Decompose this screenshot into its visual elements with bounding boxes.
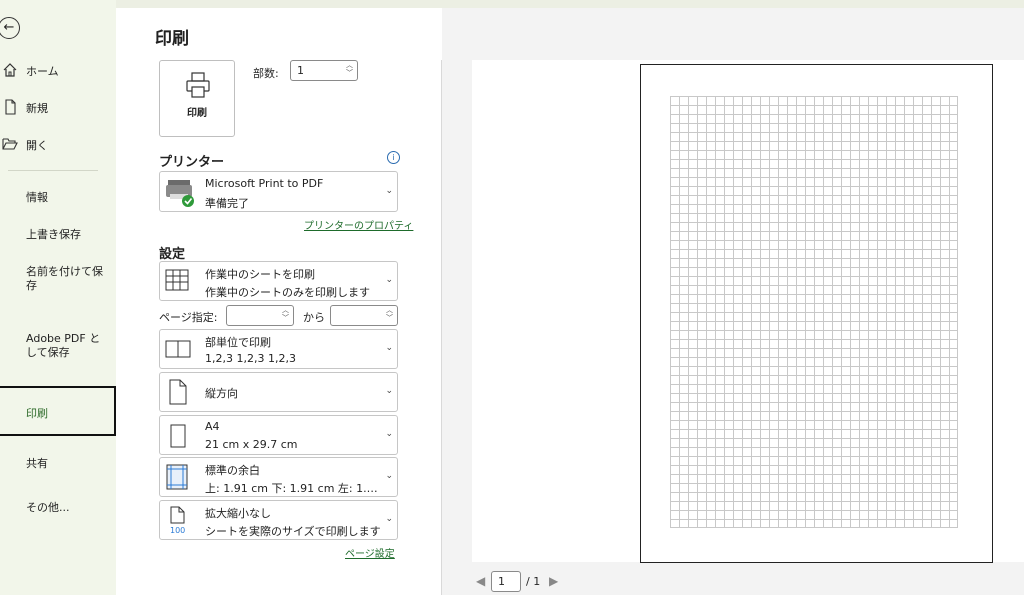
printer-icon xyxy=(186,72,210,98)
stepper-arrows-icon[interactable]: ︿ ﹀ xyxy=(386,306,393,322)
chevron-down-icon: ⌄ xyxy=(385,275,393,285)
printer-properties-link[interactable]: プリンターのプロパティ xyxy=(304,217,413,232)
portrait-page-icon xyxy=(169,379,187,405)
folder-open-icon xyxy=(2,138,18,150)
pages-from-stepper[interactable]: ︿ ﹀ xyxy=(226,305,294,326)
title-strip xyxy=(0,0,1024,8)
vertical-divider xyxy=(441,60,442,595)
previous-page-icon[interactable]: ◀ xyxy=(476,574,485,588)
chevron-down-icon: ⌄ xyxy=(385,514,393,524)
paper-size-icon xyxy=(170,424,186,448)
pages-label: ページ指定: xyxy=(159,311,218,324)
current-page-input[interactable]: 1 xyxy=(491,571,521,592)
printer-dropdown[interactable]: Microsoft Print to PDF 準備完了 ⌄ xyxy=(159,171,398,212)
sidebar-item-open[interactable]: 開く xyxy=(0,136,116,154)
print-button[interactable]: 印刷 xyxy=(159,60,235,137)
stepper-arrows-icon[interactable]: ︿ ﹀ xyxy=(282,306,289,322)
sidebar-item-save[interactable]: 上書き保存 xyxy=(26,228,110,242)
sidebar-item-home[interactable]: ホーム xyxy=(0,62,116,80)
chevron-down-icon: ⌄ xyxy=(385,343,393,353)
printer-heading: プリンター xyxy=(159,155,225,170)
settings-heading: 設定 xyxy=(159,247,186,262)
margins-icon xyxy=(166,464,188,490)
sidebar-item-new[interactable]: 新規 xyxy=(0,99,116,117)
margins-dropdown[interactable]: 標準の余白 上: 1.91 cm 下: 1.91 cm 左: 1.… ⌄ xyxy=(159,457,398,497)
pages-to-stepper[interactable]: ︿ ﹀ xyxy=(330,305,398,326)
sidebar-item-info[interactable]: 情報 xyxy=(26,191,110,205)
next-page-icon[interactable]: ▶ xyxy=(549,574,558,588)
new-document-icon xyxy=(5,99,16,115)
sidebar-item-share[interactable]: 共有 xyxy=(26,457,110,471)
total-pages-label: / 1 xyxy=(526,575,541,588)
copies-label: 部数: xyxy=(253,67,279,80)
pages-to-label: から xyxy=(303,311,325,324)
copies-stepper[interactable]: 1 ︿ ﹀ xyxy=(290,60,358,81)
orientation-dropdown[interactable]: 縦方向 ⌄ xyxy=(159,372,398,412)
sheet-grid-icon xyxy=(165,269,189,291)
sidebar-item-save-as[interactable]: 名前を付けて保存 xyxy=(26,265,106,293)
chevron-down-icon: ⌄ xyxy=(385,186,393,196)
printer-ready-icon xyxy=(166,180,194,207)
home-icon xyxy=(3,63,17,77)
chevron-down-icon: ⌄ xyxy=(385,471,393,481)
stepper-arrows-icon[interactable]: ︿ ﹀ xyxy=(346,61,353,77)
collate-dropdown[interactable]: 部単位で印刷 1,2,3 1,2,3 1,2,3 ⌄ xyxy=(159,329,398,369)
sidebar-divider xyxy=(8,170,98,171)
chevron-down-icon: ⌄ xyxy=(385,386,393,396)
page-setup-link[interactable]: ページ設定 xyxy=(345,545,395,560)
paper-size-dropdown[interactable]: A4 21 cm x 29.7 cm ⌄ xyxy=(159,415,398,455)
sidebar-item-print[interactable]: 印刷 xyxy=(0,386,116,436)
chevron-down-icon: ⌄ xyxy=(385,429,393,439)
preview-gridlines xyxy=(670,96,958,528)
sidebar-item-more[interactable]: その他... xyxy=(26,501,110,515)
sidebar-item-save-as-adobe-pdf[interactable]: Adobe PDF として保存 xyxy=(26,332,106,360)
collate-icon xyxy=(165,340,191,358)
info-icon[interactable]: i xyxy=(387,151,400,164)
scaling-dropdown[interactable]: 100 拡大縮小なし シートを実際のサイズで印刷します ⌄ xyxy=(159,500,398,540)
print-scope-dropdown[interactable]: 作業中のシートを印刷 作業中のシートのみを印刷します ⌄ xyxy=(159,261,398,301)
page-title: 印刷 xyxy=(155,29,189,49)
